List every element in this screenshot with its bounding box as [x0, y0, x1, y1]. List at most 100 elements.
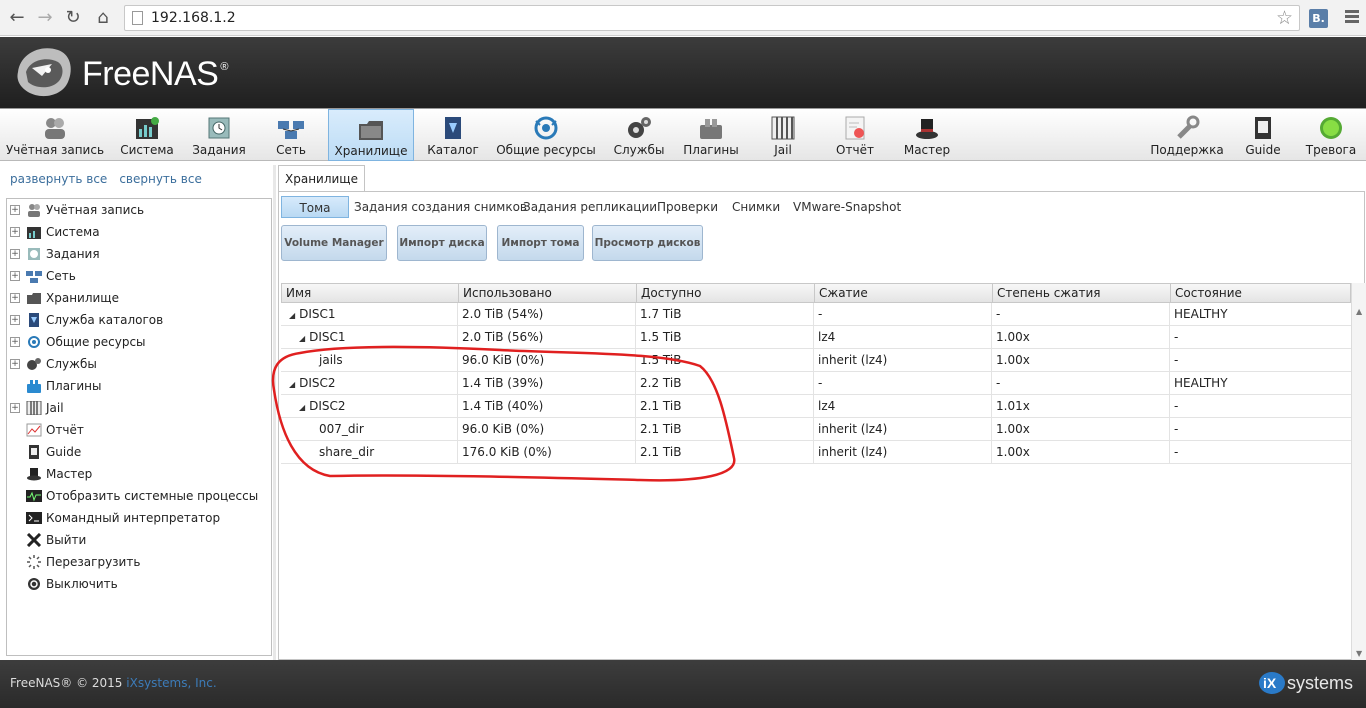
toolbar-network[interactable]: Сеть: [260, 109, 322, 161]
panel-splitter[interactable]: [273, 165, 276, 660]
storage-icon: [27, 293, 41, 304]
view-disks-button[interactable]: Просмотр дисков: [592, 225, 703, 261]
collapse-triangle-icon[interactable]: ◢: [299, 397, 305, 419]
table-row[interactable]: ◢ DISC2 1.4 TiB (39%) 2.2 TiB - - HEALTHY: [281, 372, 1351, 395]
expand-icon[interactable]: +: [10, 249, 20, 259]
import-volume-button[interactable]: Импорт тома: [497, 225, 584, 261]
toolbar-storage[interactable]: Хранилище: [328, 109, 414, 161]
col-name[interactable]: Имя: [282, 284, 459, 302]
expand-icon[interactable]: +: [10, 337, 20, 347]
directory-icon: [29, 313, 39, 327]
toolbar-account[interactable]: Учётная запись: [4, 109, 106, 161]
subtab-volumes[interactable]: Тома: [281, 196, 349, 218]
toolbar-guide[interactable]: Guide: [1236, 109, 1290, 161]
subtab-snapshots[interactable]: Снимки: [732, 196, 780, 218]
tab-storage[interactable]: Хранилище: [278, 165, 365, 191]
extension-icon[interactable]: B.: [1309, 9, 1328, 28]
col-available[interactable]: Доступно: [637, 284, 815, 302]
expand-icon[interactable]: +: [10, 205, 20, 215]
sidebar-item-account[interactable]: + Учётная запись: [7, 200, 269, 220]
wizard-icon: [27, 468, 41, 481]
sidebar-item-shutdown[interactable]: Выключить: [7, 574, 269, 594]
cell-status: -: [1174, 330, 1179, 344]
guide-icon: [1249, 115, 1277, 141]
sidebar-item-services[interactable]: + Службы: [7, 354, 269, 374]
expand-icon[interactable]: +: [10, 315, 20, 325]
sidebar-item-processes[interactable]: Отобразить системные процессы: [7, 486, 269, 506]
app-header: FreeNAS ®: [0, 37, 1366, 108]
url-text[interactable]: 192.168.1.2: [151, 10, 236, 26]
toolbar-plugins[interactable]: Плагины: [680, 109, 742, 161]
bookmark-star-icon[interactable]: ☆: [1276, 7, 1293, 29]
expand-icon[interactable]: +: [10, 403, 20, 413]
expand-icon[interactable]: +: [10, 359, 20, 369]
import-disk-button[interactable]: Импорт диска: [397, 225, 487, 261]
sidebar-item-reboot[interactable]: Перезагрузить: [7, 552, 269, 572]
address-bar[interactable]: 192.168.1.2 ☆: [124, 5, 1300, 31]
subtab-vmware-snapshot[interactable]: VMware-Snapshot: [793, 196, 901, 218]
sidebar-item-sharing[interactable]: + Общие ресурсы: [7, 332, 269, 352]
toolbar-report[interactable]: Отчёт: [824, 109, 886, 161]
subtab-scrubs[interactable]: Проверки: [657, 196, 718, 218]
browser-menu-icon[interactable]: [1345, 10, 1359, 25]
home-icon[interactable]: ⌂: [92, 7, 114, 29]
grid-scrollbar[interactable]: ▲ ▼: [1351, 283, 1366, 660]
sidebar-item-tasks[interactable]: + Задания: [7, 244, 269, 264]
col-status[interactable]: Состояние: [1171, 284, 1350, 302]
expand-all-link[interactable]: развернуть все: [10, 172, 107, 186]
reload-icon[interactable]: ↻: [62, 7, 84, 29]
collapse-triangle-icon[interactable]: ◢: [289, 305, 295, 327]
toolbar-alert[interactable]: Тревога: [1300, 109, 1362, 161]
toolbar-system[interactable]: Система: [116, 109, 178, 161]
sidebar-item-storage[interactable]: + Хранилище: [7, 288, 269, 308]
scroll-down-icon[interactable]: ▼: [1356, 649, 1362, 658]
table-row[interactable]: jails 96.0 KiB (0%) 1.5 TiB inherit (lz4…: [281, 349, 1351, 372]
sidebar-item-jail[interactable]: + Jail: [7, 398, 269, 418]
cell-compression: -: [814, 303, 992, 325]
sidebar-item-guide[interactable]: Guide: [7, 442, 269, 462]
sidebar-item-shell[interactable]: Командный интерпретатор: [7, 508, 269, 528]
toolbar-sharing[interactable]: Общие ресурсы: [494, 109, 598, 161]
expand-icon[interactable]: +: [10, 293, 20, 303]
cell-available: 2.2 TiB: [636, 372, 814, 394]
table-row[interactable]: ◢ DISC1 2.0 TiB (56%) 1.5 TiB lz4 1.00x -: [281, 326, 1351, 349]
subtab-replication-tasks[interactable]: Задания репликации: [523, 196, 657, 218]
company-link[interactable]: iXsystems, Inc.: [126, 676, 216, 690]
forward-icon[interactable]: →: [34, 7, 56, 29]
toolbar-jail[interactable]: Jail: [752, 109, 814, 161]
cell-ratio: 1.00x: [992, 441, 1170, 463]
sidebar-item-report[interactable]: Отчёт: [7, 420, 269, 440]
toolbar-wizard[interactable]: Мастер: [896, 109, 958, 161]
col-used[interactable]: Использовано: [459, 284, 637, 302]
app-footer: FreeNAS® © 2015 iXsystems, Inc. iX syste…: [0, 660, 1366, 708]
cell-used: 96.0 KiB (0%): [458, 418, 636, 440]
col-compression[interactable]: Сжатие: [815, 284, 993, 302]
expand-icon[interactable]: +: [10, 227, 20, 237]
expand-icon[interactable]: +: [10, 271, 20, 281]
collapse-triangle-icon[interactable]: ◢: [289, 374, 295, 396]
sidebar-item-directory-service[interactable]: + Служба каталогов: [7, 310, 269, 330]
cell-ratio: 1.00x: [992, 326, 1170, 348]
collapse-all-link[interactable]: свернуть все: [119, 172, 202, 186]
sidebar-item-plugins[interactable]: Плагины: [7, 376, 269, 396]
toolbar-tasks[interactable]: Задания: [188, 109, 250, 161]
back-icon[interactable]: ←: [6, 7, 28, 29]
sidebar-item-logout[interactable]: Выйти: [7, 530, 269, 550]
toolbar-services[interactable]: Службы: [608, 109, 670, 161]
col-compression-ratio[interactable]: Степень сжатия: [993, 284, 1171, 302]
sidebar-item-wizard[interactable]: Мастер: [7, 464, 269, 484]
toolbar-directory[interactable]: Каталог: [422, 109, 484, 161]
table-row[interactable]: 007_dir 96.0 KiB (0%) 2.1 TiB inherit (l…: [281, 418, 1351, 441]
toolbar-support[interactable]: Поддержка: [1146, 109, 1228, 161]
table-row[interactable]: ◢ DISC2 1.4 TiB (40%) 2.1 TiB lz4 1.01x -: [281, 395, 1351, 418]
sidebar-item-network[interactable]: + Сеть: [7, 266, 269, 286]
subtab-snapshot-tasks[interactable]: Задания создания снимков: [354, 196, 527, 218]
table-row[interactable]: share_dir 176.0 KiB (0%) 2.1 TiB inherit…: [281, 441, 1351, 464]
sidebar-item-system[interactable]: + Система: [7, 222, 269, 242]
volume-manager-button[interactable]: Volume Manager: [281, 225, 387, 261]
collapse-triangle-icon[interactable]: ◢: [299, 328, 305, 350]
scroll-up-icon[interactable]: ▲: [1356, 307, 1362, 316]
svg-text:systems: systems: [1287, 673, 1353, 693]
table-row[interactable]: ◢ DISC1 2.0 TiB (54%) 1.7 TiB - - HEALTHY: [281, 303, 1351, 326]
cell-compression: inherit (lz4): [814, 441, 992, 463]
